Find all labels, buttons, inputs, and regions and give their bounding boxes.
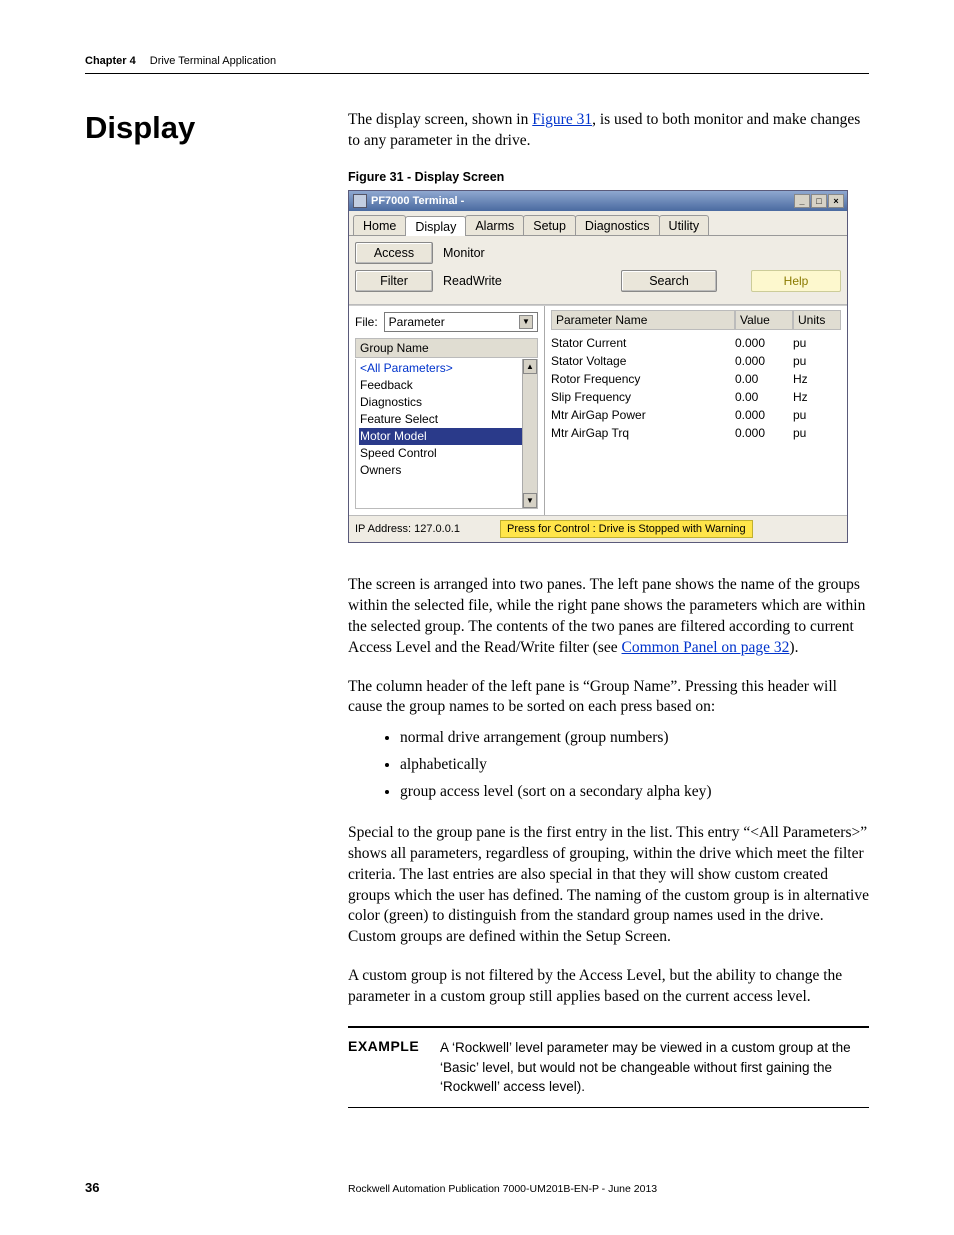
help-button[interactable]: Help — [751, 270, 841, 292]
section-heading: Display — [85, 110, 348, 146]
scroll-down-icon[interactable]: ▼ — [523, 493, 537, 508]
group-item[interactable]: Feature Select — [359, 411, 534, 428]
body-paragraph: Special to the group pane is the first e… — [348, 823, 869, 949]
window-title: PF7000 Terminal - — [371, 195, 464, 207]
param-name: Stator Current — [551, 334, 735, 352]
param-value: 0.000 — [735, 424, 793, 442]
title-bar: PF7000 Terminal - _ □ × — [349, 191, 847, 211]
list-item: normal drive arrangement (group numbers) — [400, 726, 869, 751]
param-name: Slip Frequency — [551, 388, 735, 406]
readwrite-label: ReadWrite — [443, 274, 502, 288]
param-name: Mtr AirGap Power — [551, 406, 735, 424]
example-label: EXAMPLE — [348, 1038, 440, 1097]
panes: File: Parameter ▼ Group Name <All Parame… — [349, 305, 847, 515]
body-paragraph: The column header of the left pane is “G… — [348, 677, 869, 719]
param-value: 0.000 — [735, 406, 793, 424]
param-row[interactable]: Mtr AirGap Power0.000pu — [551, 406, 841, 424]
intro-paragraph: The display screen, shown in Figure 31, … — [348, 110, 869, 152]
param-value: 0.000 — [735, 334, 793, 352]
tab-diagnostics[interactable]: Diagnostics — [575, 215, 660, 235]
group-name-header[interactable]: Group Name — [355, 338, 538, 358]
maximize-button[interactable]: □ — [811, 194, 827, 208]
param-row[interactable]: Mtr AirGap Trq0.000pu — [551, 424, 841, 442]
tab-alarms[interactable]: Alarms — [465, 215, 524, 235]
publication-id: Rockwell Automation Publication 7000-UM2… — [348, 1183, 657, 1195]
tab-utility[interactable]: Utility — [659, 215, 710, 235]
figure-wrap: PF7000 Terminal - _ □ × Home Display Ala… — [348, 190, 869, 543]
scroll-up-icon[interactable]: ▲ — [523, 359, 537, 374]
page-number: 36 — [85, 1180, 348, 1195]
tab-display[interactable]: Display — [405, 216, 466, 236]
list-item: group access level (sort on a secondary … — [400, 780, 869, 805]
chapter-number: Chapter 4 — [85, 55, 136, 67]
file-combo-value: Parameter — [389, 315, 445, 329]
param-units: pu — [793, 334, 841, 352]
col-units[interactable]: Units — [793, 310, 841, 330]
app-window: PF7000 Terminal - _ □ × Home Display Ala… — [348, 190, 848, 543]
group-item[interactable]: Speed Control — [359, 445, 534, 462]
example-text: A ‘Rockwell’ level parameter may be view… — [440, 1038, 869, 1097]
running-header: Chapter 4 Drive Terminal Application — [85, 55, 869, 67]
scrollbar[interactable]: ▲ ▼ — [522, 359, 537, 508]
group-item[interactable]: <All Parameters> — [359, 360, 534, 377]
group-item[interactable]: Feedback — [359, 377, 534, 394]
param-table-header: Parameter Name Value Units — [551, 310, 841, 330]
body-paragraph: A custom group is not filtered by the Ac… — [348, 966, 869, 1008]
param-units: Hz — [793, 388, 841, 406]
minimize-button[interactable]: _ — [794, 194, 810, 208]
ip-address: IP Address: 127.0.0.1 — [355, 523, 460, 535]
param-units: pu — [793, 352, 841, 370]
tabs-row: Home Display Alarms Setup Diagnostics Ut… — [349, 211, 847, 236]
chapter-title: Drive Terminal Application — [150, 55, 276, 67]
search-button[interactable]: Search — [621, 270, 717, 292]
tab-home[interactable]: Home — [353, 215, 406, 235]
common-panel-link[interactable]: Common Panel on page 32 — [622, 639, 790, 656]
close-button[interactable]: × — [828, 194, 844, 208]
param-name: Stator Voltage — [551, 352, 735, 370]
app-icon — [353, 194, 367, 208]
param-value: 0.00 — [735, 388, 793, 406]
monitor-label: Monitor — [443, 246, 485, 260]
param-row[interactable]: Stator Voltage0.000pu — [551, 352, 841, 370]
filter-button[interactable]: Filter — [355, 270, 433, 292]
group-item[interactable]: Diagnostics — [359, 394, 534, 411]
col-value[interactable]: Value — [735, 310, 793, 330]
param-value: 0.00 — [735, 370, 793, 388]
param-row[interactable]: Slip Frequency0.00Hz — [551, 388, 841, 406]
file-combo[interactable]: Parameter ▼ — [384, 312, 538, 332]
group-list: <All Parameters>FeedbackDiagnosticsFeatu… — [355, 359, 538, 509]
param-row[interactable]: Rotor Frequency0.00Hz — [551, 370, 841, 388]
param-name: Mtr AirGap Trq — [551, 424, 735, 442]
param-units: pu — [793, 424, 841, 442]
file-label: File: — [355, 315, 378, 329]
col-parameter-name[interactable]: Parameter Name — [551, 310, 735, 330]
param-units: pu — [793, 406, 841, 424]
group-item[interactable]: Motor Model — [359, 428, 534, 445]
sort-list: normal drive arrangement (group numbers)… — [400, 726, 869, 804]
example-block: EXAMPLE A ‘Rockwell’ level parameter may… — [348, 1026, 869, 1108]
param-row[interactable]: Stator Current0.000pu — [551, 334, 841, 352]
status-bar: IP Address: 127.0.0.1 Press for Control … — [349, 515, 847, 542]
param-name: Rotor Frequency — [551, 370, 735, 388]
group-pane: File: Parameter ▼ Group Name <All Parame… — [349, 306, 545, 515]
status-message[interactable]: Press for Control : Drive is Stopped wit… — [500, 520, 753, 538]
figure-link[interactable]: Figure 31 — [532, 111, 592, 128]
param-units: Hz — [793, 370, 841, 388]
figure-caption: Figure 31 - Display Screen — [348, 170, 869, 184]
parameter-pane: Parameter Name Value Units Stator Curren… — [545, 306, 847, 515]
group-item[interactable]: Owners — [359, 462, 534, 479]
header-rule — [85, 73, 869, 74]
body-paragraph: The screen is arranged into two panes. T… — [348, 575, 869, 659]
list-item: alphabetically — [400, 753, 869, 778]
tab-setup[interactable]: Setup — [523, 215, 576, 235]
param-value: 0.000 — [735, 352, 793, 370]
page-footer: 36 Rockwell Automation Publication 7000-… — [85, 1180, 869, 1195]
access-button[interactable]: Access — [355, 242, 433, 264]
toolbar: Access Monitor Filter ReadWrite Search H… — [349, 236, 847, 305]
chevron-down-icon: ▼ — [519, 315, 533, 329]
